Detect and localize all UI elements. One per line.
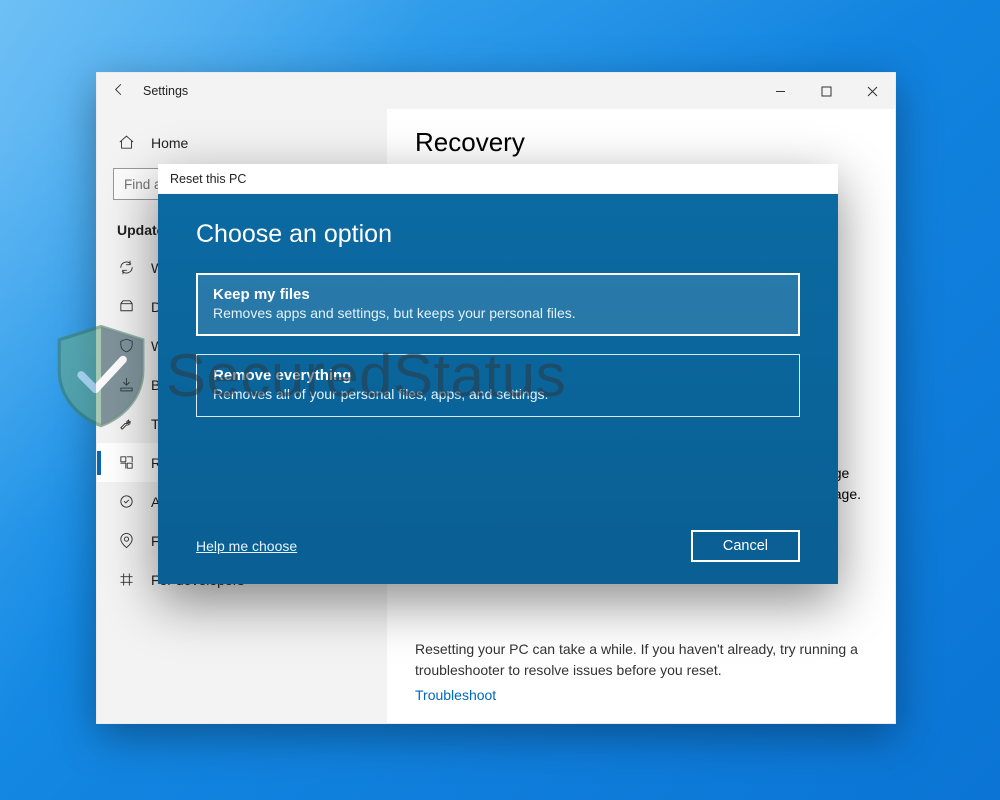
help-me-choose-link[interactable]: Help me choose (196, 538, 297, 554)
page-title: Recovery (415, 127, 867, 158)
option-desc: Removes all of your personal files, apps… (213, 386, 783, 402)
dialog-heading: Choose an option (196, 220, 800, 249)
home-icon (117, 134, 135, 151)
activation-icon (117, 493, 135, 510)
option-title: Keep my files (213, 286, 783, 303)
troubleshoot-link[interactable]: Troubleshoot (415, 687, 867, 703)
backup-icon (117, 376, 135, 393)
option-remove-everything[interactable]: Remove everything Removes all of your pe… (196, 354, 800, 417)
option-keep-my-files[interactable]: Keep my files Removes apps and settings,… (196, 273, 800, 336)
maximize-button[interactable] (803, 73, 849, 109)
reset-note: Resetting your PC can take a while. If y… (415, 639, 867, 681)
troubleshoot-icon (117, 415, 135, 432)
reset-pc-dialog: Reset this PC Choose an option Keep my f… (158, 164, 838, 584)
cancel-button[interactable]: Cancel (691, 530, 800, 562)
minimize-button[interactable] (757, 73, 803, 109)
sync-icon (117, 259, 135, 276)
recovery-icon (117, 454, 135, 471)
option-desc: Removes apps and settings, but keeps you… (213, 305, 783, 321)
titlebar: Settings (97, 73, 895, 109)
back-button[interactable] (107, 81, 129, 101)
shield-icon (117, 337, 135, 354)
findmydevice-icon (117, 532, 135, 549)
sidebar-home-label: Home (151, 135, 188, 151)
close-button[interactable] (849, 73, 895, 109)
sidebar-home[interactable]: Home (97, 123, 387, 162)
delivery-icon (117, 298, 135, 315)
developers-icon (117, 571, 135, 588)
option-title: Remove everything (213, 367, 783, 384)
window-title: Settings (143, 84, 188, 98)
dialog-titlebar: Reset this PC (158, 164, 838, 194)
